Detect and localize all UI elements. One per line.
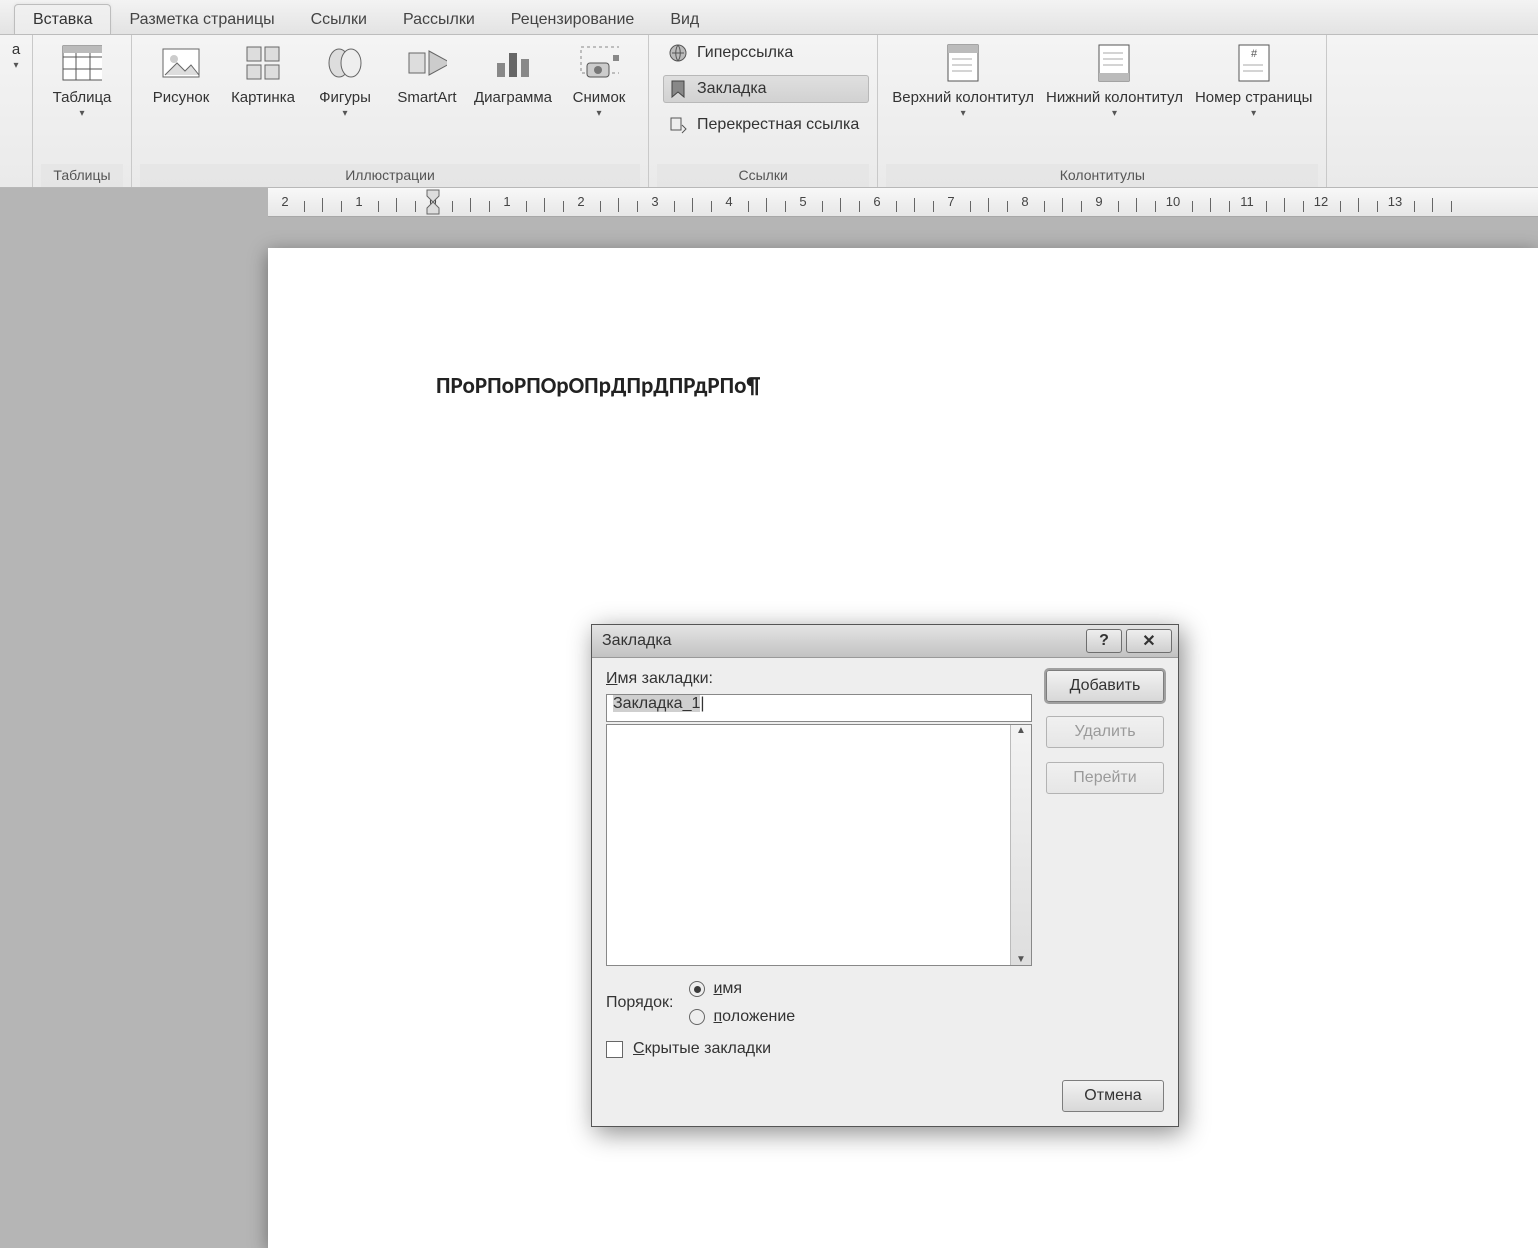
hidden-bookmarks-label: Скрытые закладки xyxy=(633,1040,771,1058)
sort-by-name-label: имя xyxy=(713,980,742,998)
chevron-down-icon: ▾ xyxy=(1251,108,1256,119)
tab-insert[interactable]: Вставка xyxy=(14,4,111,34)
ribbon-group-tables: Таблица ▾ Таблицы xyxy=(33,35,132,187)
picture-button[interactable]: Рисунок xyxy=(140,39,222,106)
shapes-button[interactable]: Фигуры ▾ xyxy=(304,39,386,119)
header-button[interactable]: Верхний колонтитул ▾ xyxy=(886,39,1040,119)
picture-label: Рисунок xyxy=(153,89,210,106)
sort-order-label: Порядок: xyxy=(606,994,673,1012)
bookmark-listbox[interactable]: ▲ ▼ xyxy=(606,724,1032,966)
scroll-up-icon: ▲ xyxy=(1016,725,1026,736)
table-button-label: Таблица xyxy=(53,89,112,106)
crossref-icon xyxy=(667,114,689,136)
group-label-links: Ссылки xyxy=(657,164,869,187)
radio-icon xyxy=(689,981,705,997)
scroll-down-icon: ▼ xyxy=(1016,954,1026,965)
screenshot-label: Снимок xyxy=(573,89,626,106)
hyperlink-icon xyxy=(667,42,689,64)
ribbon: а ▾ Таблица ▾ Таблицы xyxy=(0,35,1538,188)
picture-icon xyxy=(161,43,201,83)
header-label: Верхний колонтитул xyxy=(892,89,1034,106)
screenshot-button[interactable]: Снимок ▾ xyxy=(558,39,640,119)
dialog-title: Закладка xyxy=(602,632,1082,650)
radio-icon xyxy=(689,1009,705,1025)
chart-icon xyxy=(493,43,533,83)
chart-label: Диаграмма xyxy=(474,89,552,106)
close-icon: ✕ xyxy=(1142,631,1155,651)
cancel-button[interactable]: Отмена xyxy=(1062,1080,1164,1112)
pagenumber-icon: # xyxy=(1234,43,1274,83)
document-workspace: 21012345678910111213 ПРоРПоРПОрОПрДПрДПР… xyxy=(0,188,1538,1248)
delete-button: Удалить xyxy=(1046,716,1164,748)
pagenumber-label: Номер страницы xyxy=(1195,89,1312,106)
ribbon-tabs: Вставка Разметка страницы Ссылки Рассылк… xyxy=(0,0,1538,35)
chevron-down-icon: ▾ xyxy=(342,108,347,119)
svg-text:#: # xyxy=(1251,48,1258,60)
chart-button[interactable]: Диаграмма xyxy=(468,39,558,106)
tab-view[interactable]: Вид xyxy=(652,5,717,34)
sort-by-location-radio[interactable]: положение xyxy=(689,1008,795,1026)
footer-button[interactable]: Нижний колонтитул ▾ xyxy=(1040,39,1189,119)
chevron-down-icon: ▾ xyxy=(79,108,84,119)
bookmark-name-value: Закладка_1 xyxy=(613,695,700,712)
add-button[interactable]: Добавить xyxy=(1046,670,1164,702)
smartart-button[interactable]: SmartArt xyxy=(386,39,468,106)
scrollbar[interactable]: ▲ ▼ xyxy=(1010,725,1031,965)
left-stub-label: а xyxy=(12,41,20,58)
bookmark-button[interactable]: Закладка xyxy=(663,75,869,103)
document-body-text: ПРоРПоРПОрОПрДПрДПРдРПо¶ xyxy=(436,372,760,400)
group-label-illustrations: Иллюстрации xyxy=(140,164,640,187)
header-icon xyxy=(943,43,983,83)
ribbon-group-illustrations: Рисунок Картинка Фигуры ▾ xyxy=(132,35,649,187)
chevron-down-icon: ▾ xyxy=(597,108,602,119)
chevron-down-icon: ▾ xyxy=(961,108,966,119)
goto-button: Перейти xyxy=(1046,762,1164,794)
ribbon-group-headfoot: Верхний колонтитул ▾ Нижний колонтитул ▾… xyxy=(878,35,1327,187)
bookmark-label: Закладка xyxy=(697,80,767,98)
sort-by-location-label: положение xyxy=(713,1008,795,1026)
tab-review[interactable]: Рецензирование xyxy=(493,5,653,34)
dialog-titlebar[interactable]: Закладка ? ✕ xyxy=(592,625,1178,658)
table-button[interactable]: Таблица ▾ xyxy=(41,39,123,119)
crossref-label: Перекрестная ссылка xyxy=(697,116,859,134)
group-label-headfoot: Колонтитулы xyxy=(886,164,1318,187)
hyperlink-button[interactable]: Гиперссылка xyxy=(663,39,869,67)
help-button[interactable]: ? xyxy=(1086,629,1122,653)
ribbon-left-stub[interactable]: а ▾ xyxy=(0,35,33,187)
chevron-down-icon: ▾ xyxy=(13,60,18,71)
screenshot-icon xyxy=(579,43,619,83)
pagenumber-button[interactable]: # Номер страницы ▾ xyxy=(1189,39,1318,119)
crossref-button[interactable]: Перекрестная ссылка xyxy=(663,111,869,139)
tab-references[interactable]: Ссылки xyxy=(293,5,385,34)
smartart-label: SmartArt xyxy=(397,89,456,106)
horizontal-ruler[interactable]: 21012345678910111213 xyxy=(268,188,1538,217)
clipart-label: Картинка xyxy=(231,89,295,106)
tab-mailings[interactable]: Рассылки xyxy=(385,5,493,34)
bookmark-icon xyxy=(667,78,689,100)
close-button[interactable]: ✕ xyxy=(1126,629,1172,653)
ribbon-group-links: Гиперссылка Закладка Перекрестная ссылка… xyxy=(649,35,878,187)
tab-page-layout[interactable]: Разметка страницы xyxy=(111,5,292,34)
clipart-button[interactable]: Картинка xyxy=(222,39,304,106)
help-icon: ? xyxy=(1099,632,1109,650)
shapes-icon xyxy=(325,43,365,83)
bookmark-dialog: Закладка ? ✕ Имя закладки: Закладка_1| ▲… xyxy=(591,624,1179,1127)
footer-label: Нижний колонтитул xyxy=(1046,89,1183,106)
chevron-down-icon: ▾ xyxy=(1112,108,1117,119)
group-label-tables: Таблицы xyxy=(41,164,123,187)
smartart-icon xyxy=(407,43,447,83)
indent-marker[interactable] xyxy=(426,188,440,216)
footer-icon xyxy=(1094,43,1134,83)
sort-order-group: Порядок: имя положение xyxy=(606,980,1164,1026)
table-icon xyxy=(62,43,102,83)
sort-by-name-radio[interactable]: имя xyxy=(689,980,795,998)
shapes-label: Фигуры xyxy=(319,89,371,106)
clipart-icon xyxy=(243,43,283,83)
checkbox-icon xyxy=(606,1041,623,1058)
hidden-bookmarks-checkbox[interactable]: Скрытые закладки xyxy=(606,1040,1164,1058)
hyperlink-label: Гиперссылка xyxy=(697,44,793,62)
bookmark-name-label: Имя закладки: xyxy=(606,670,1032,688)
bookmark-name-input[interactable]: Закладка_1| xyxy=(606,694,1032,722)
